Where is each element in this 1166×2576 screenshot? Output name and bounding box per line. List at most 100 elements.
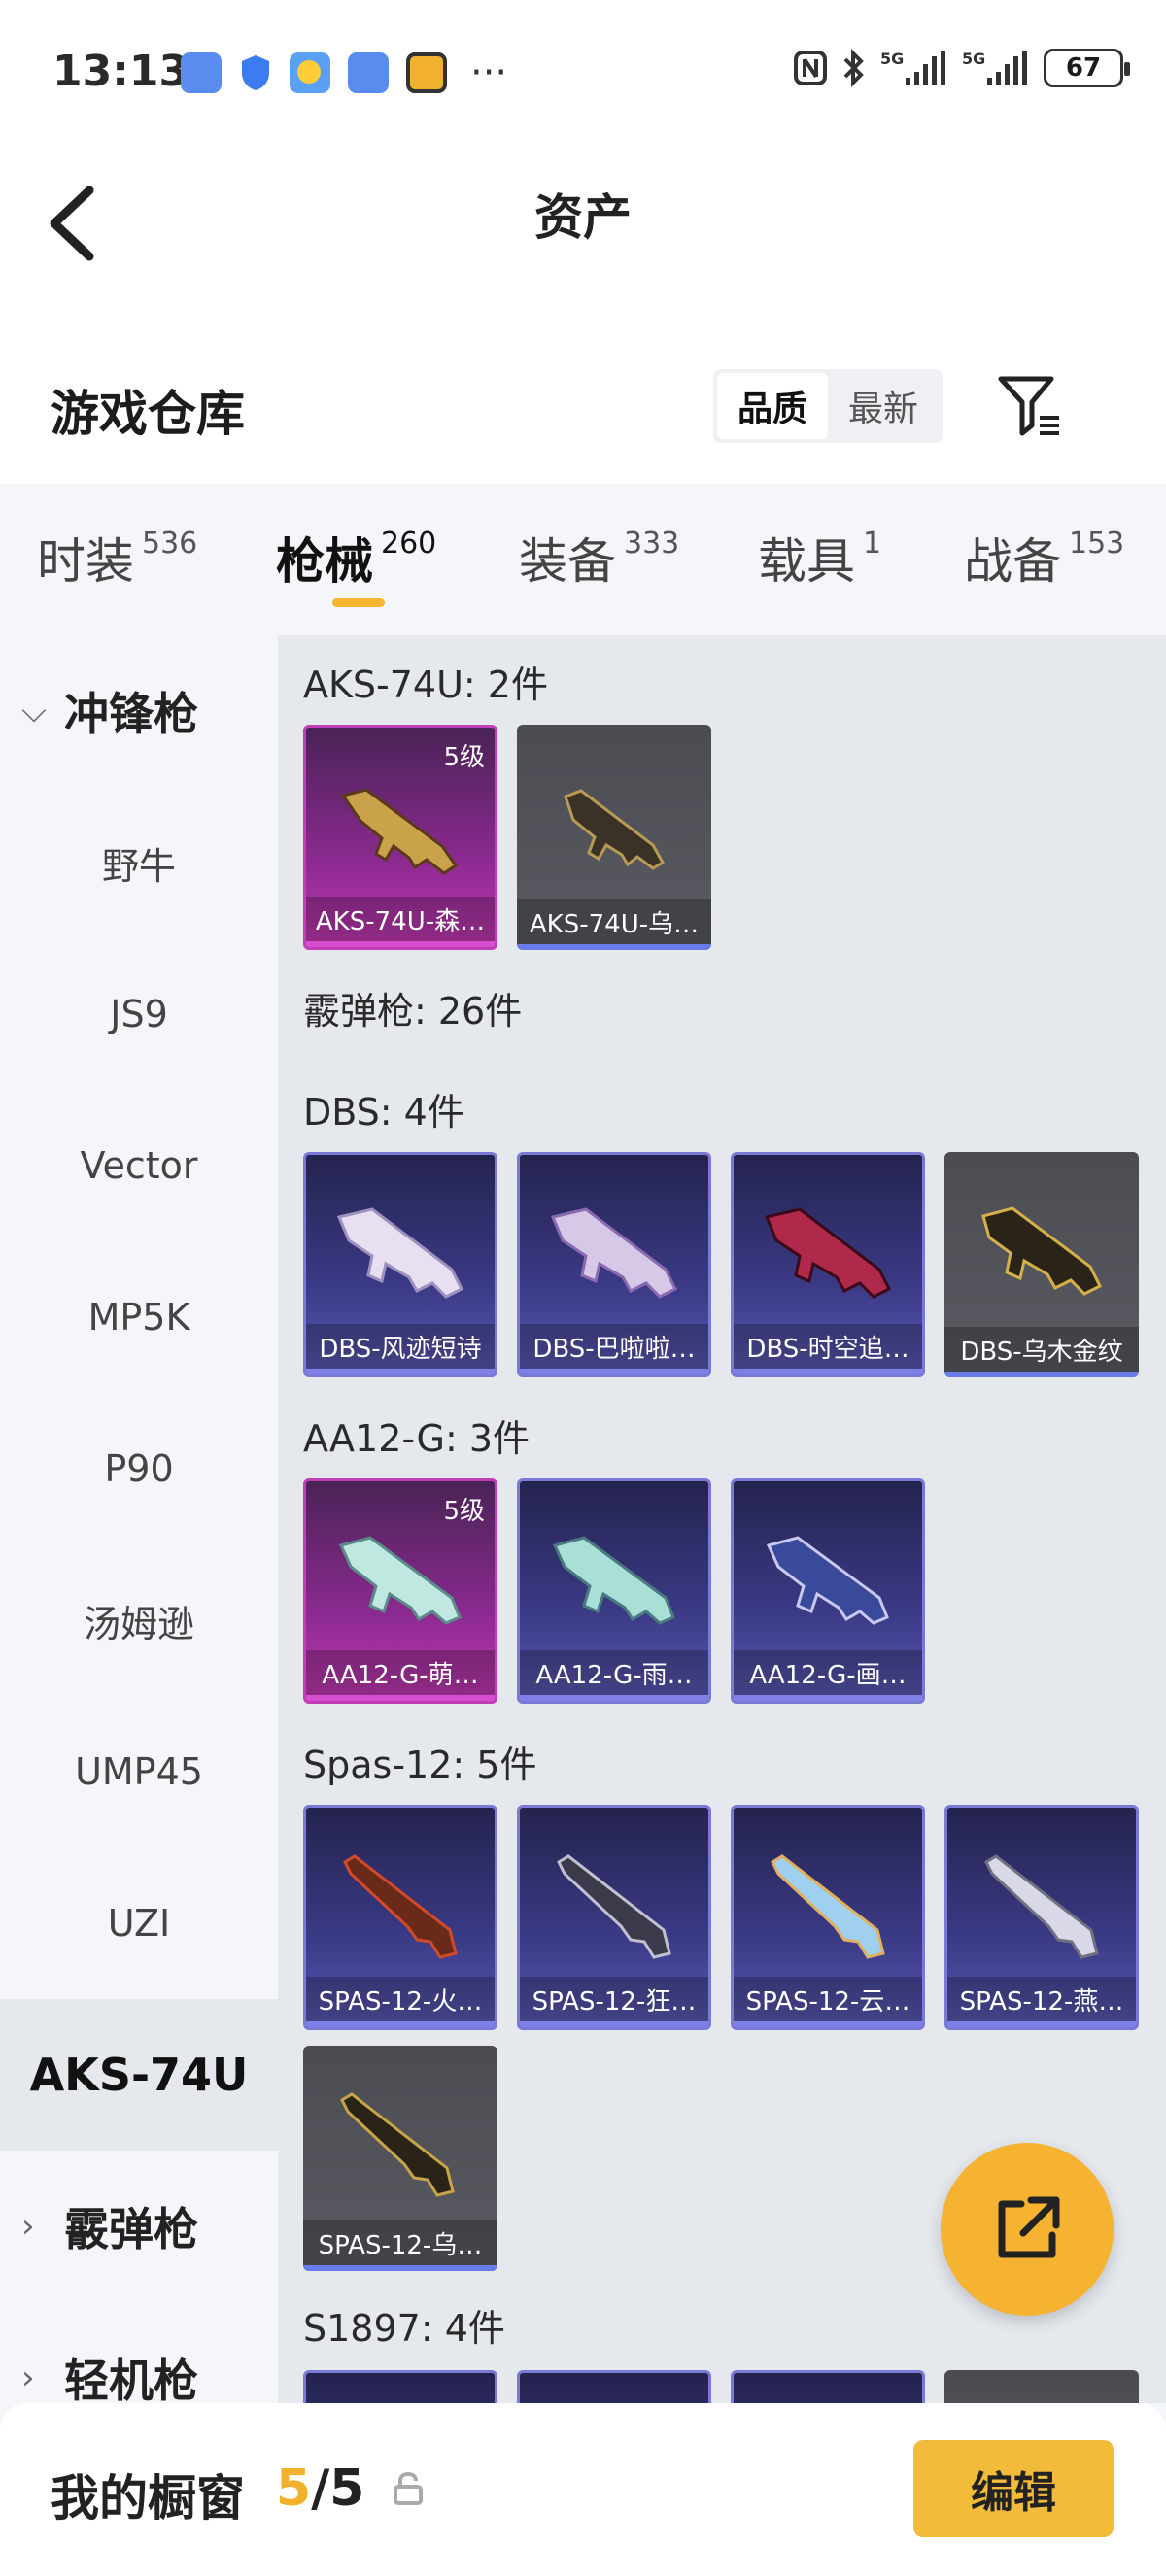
svg-text:5G: 5G	[962, 50, 985, 68]
shotgun-icon	[552, 1536, 675, 1625]
tab-count: 536	[142, 526, 198, 561]
more-notifications-icon: ···	[470, 51, 508, 95]
section-title-spas12: Spas-12: 5件	[303, 1744, 537, 1786]
svg-text:5G: 5G	[880, 50, 904, 68]
sort-quality-button[interactable]: 品质	[717, 373, 828, 439]
weapon-card[interactable]	[303, 2370, 497, 2403]
notification-icons: ···	[181, 52, 507, 93]
weapon-card[interactable]: 5级 AKS-74U-森…	[303, 725, 497, 950]
weapon-card[interactable]: DBS-乌木金纹	[944, 1152, 1139, 1377]
showcase-current: 5	[276, 2459, 312, 2518]
nfc-icon	[794, 51, 827, 85]
sidebar-group-label: 霰弹枪	[64, 2203, 198, 2255]
status-bar: 13:13 ··· 5G 5G 67	[0, 0, 1166, 146]
weapon-name: DBS-风迹短诗	[306, 1324, 495, 1369]
weapon-card[interactable]: 5级 AA12-G-萌…	[303, 1478, 497, 1704]
weapon-card[interactable]	[517, 2370, 711, 2403]
signal-5g-icon: 5G	[962, 50, 1027, 85]
weapon-name: SPAS-12-云…	[734, 1977, 922, 2021]
shield-icon	[242, 55, 269, 90]
shotgun-icon	[981, 1206, 1103, 1296]
rarity-bar	[520, 1695, 708, 1701]
rarity-bar	[520, 2021, 708, 2027]
weapon-name: DBS-巴啦啦…	[520, 1324, 708, 1369]
shotgun-icon	[766, 1536, 889, 1625]
weapon-name: AA12-G-画…	[734, 1650, 922, 1695]
tab-count: 260	[381, 526, 437, 561]
shotgun-icon	[550, 1207, 678, 1299]
filter-icon[interactable]	[997, 373, 1065, 441]
weapon-card[interactable]: DBS-巴啦啦…	[517, 1152, 711, 1377]
rarity-bar	[944, 1372, 1139, 1377]
sidebar-item-aks74u[interactable]: AKS-74U	[0, 1999, 278, 2151]
tab-count: 153	[1069, 526, 1125, 561]
weapon-card[interactable]: DBS-时空追…	[731, 1152, 925, 1377]
weapon-card[interactable]: AA12-G-画…	[731, 1478, 925, 1704]
weapon-card[interactable]	[731, 2370, 925, 2403]
weapon-card[interactable]: AKS-74U-乌…	[517, 725, 711, 950]
shotgun-icon	[336, 1207, 464, 1299]
app-header: 资产	[0, 146, 1166, 321]
sidebar-group-smg[interactable]: ⌵ 冲锋枪	[0, 635, 278, 787]
app-notification-icon	[348, 52, 389, 93]
weapon-card[interactable]: SPAS-12-乌…	[303, 2046, 497, 2271]
tab-fashion[interactable]: 时装 536	[37, 523, 197, 593]
rarity-bar	[517, 944, 711, 950]
weapon-card[interactable]: DBS-风迹短诗	[303, 1152, 497, 1377]
sidebar-item-thompson[interactable]: 汤姆逊	[0, 1544, 278, 1696]
weapon-name: SPAS-12-火…	[306, 1977, 495, 2021]
sidebar-group-label: 冲锋枪	[64, 688, 198, 740]
weapon-card[interactable]	[944, 2370, 1139, 2403]
weapon-name: SPAS-12-燕…	[947, 1977, 1136, 2021]
rarity-bar	[734, 1369, 922, 1374]
weapon-name: AKS-74U-乌…	[517, 899, 711, 944]
section-title-aa12: AA12-G: 3件	[303, 1417, 531, 1460]
active-tab-indicator	[332, 598, 385, 607]
weapon-name: DBS-时空追…	[734, 1324, 922, 1369]
system-icons: 5G 5G 67	[793, 49, 1130, 87]
sidebar-item-mp5k[interactable]: MP5K	[0, 1241, 278, 1393]
weapon-card[interactable]: SPAS-12-狂…	[517, 1805, 711, 2030]
edit-button[interactable]: 编辑	[913, 2440, 1114, 2537]
sidebar-item-js9[interactable]: JS9	[0, 938, 278, 1090]
game-app-icon	[406, 52, 447, 93]
weapon-card[interactable]: SPAS-12-燕…	[944, 1805, 1139, 2030]
weapon-category-sidebar: ⌵ 冲锋枪 野牛 JS9 Vector MP5K P90 汤姆逊 UMP45 UZ…	[0, 635, 278, 2407]
weapon-name: SPAS-12-乌…	[303, 2220, 497, 2265]
weapon-name: DBS-乌木金纹	[944, 1327, 1139, 1372]
warehouse-title: 游戏仓库	[51, 386, 245, 442]
showcase-total: /5	[311, 2459, 365, 2518]
rarity-bar	[306, 1369, 495, 1374]
lock-icon	[394, 2471, 423, 2505]
sidebar-item-bizon[interactable]: 野牛	[0, 787, 278, 938]
section-title-aks74u: AKS-74U: 2件	[303, 663, 548, 706]
tab-count: 1	[863, 526, 882, 561]
sidebar-item-vector[interactable]: Vector	[0, 1090, 278, 1241]
sidebar-item-uzi[interactable]: UZI	[0, 1847, 278, 1999]
weapon-card[interactable]: SPAS-12-火…	[303, 1805, 497, 2030]
warehouse-header: 游戏仓库 品质 最新	[0, 321, 1166, 484]
sidebar-item-p90[interactable]: P90	[0, 1393, 278, 1544]
tab-supplies[interactable]: 战备 153	[964, 523, 1124, 593]
weapon-grid: AKS-74U: 2件 5级 AKS-74U-森… AKS-74U-乌… 霰弹枪…	[278, 635, 1166, 2403]
status-time: 13:13	[52, 47, 189, 96]
sidebar-item-ump45[interactable]: UMP45	[0, 1696, 278, 1847]
weapon-card[interactable]: SPAS-12-云…	[731, 1805, 925, 2030]
weapon-name: AA12-G-雨…	[520, 1650, 708, 1695]
showcase-label: 我的橱窗	[51, 2470, 245, 2526]
sidebar-group-shotgun[interactable]: › 霰弹枪	[0, 2151, 278, 2302]
shotgun-icon	[984, 1854, 1099, 1959]
tab-firearms[interactable]: 枪械 260	[276, 523, 436, 593]
share-button[interactable]	[941, 2143, 1114, 2316]
shotgun-icon	[338, 1536, 462, 1625]
sort-latest-button[interactable]: 最新	[828, 373, 939, 439]
showcase-count: 5/5	[276, 2459, 364, 2518]
tab-vehicles[interactable]: 载具 1	[758, 523, 881, 593]
tab-equipment[interactable]: 装备 333	[519, 523, 679, 593]
rarity-bar	[520, 1369, 708, 1374]
weapon-card[interactable]: AA12-G-雨…	[517, 1478, 711, 1704]
section-title-dbs: DBS: 4件	[303, 1091, 464, 1134]
tab-count: 333	[624, 526, 680, 561]
level-badge: 5级	[443, 1497, 485, 1526]
rarity-bar	[734, 1695, 922, 1701]
